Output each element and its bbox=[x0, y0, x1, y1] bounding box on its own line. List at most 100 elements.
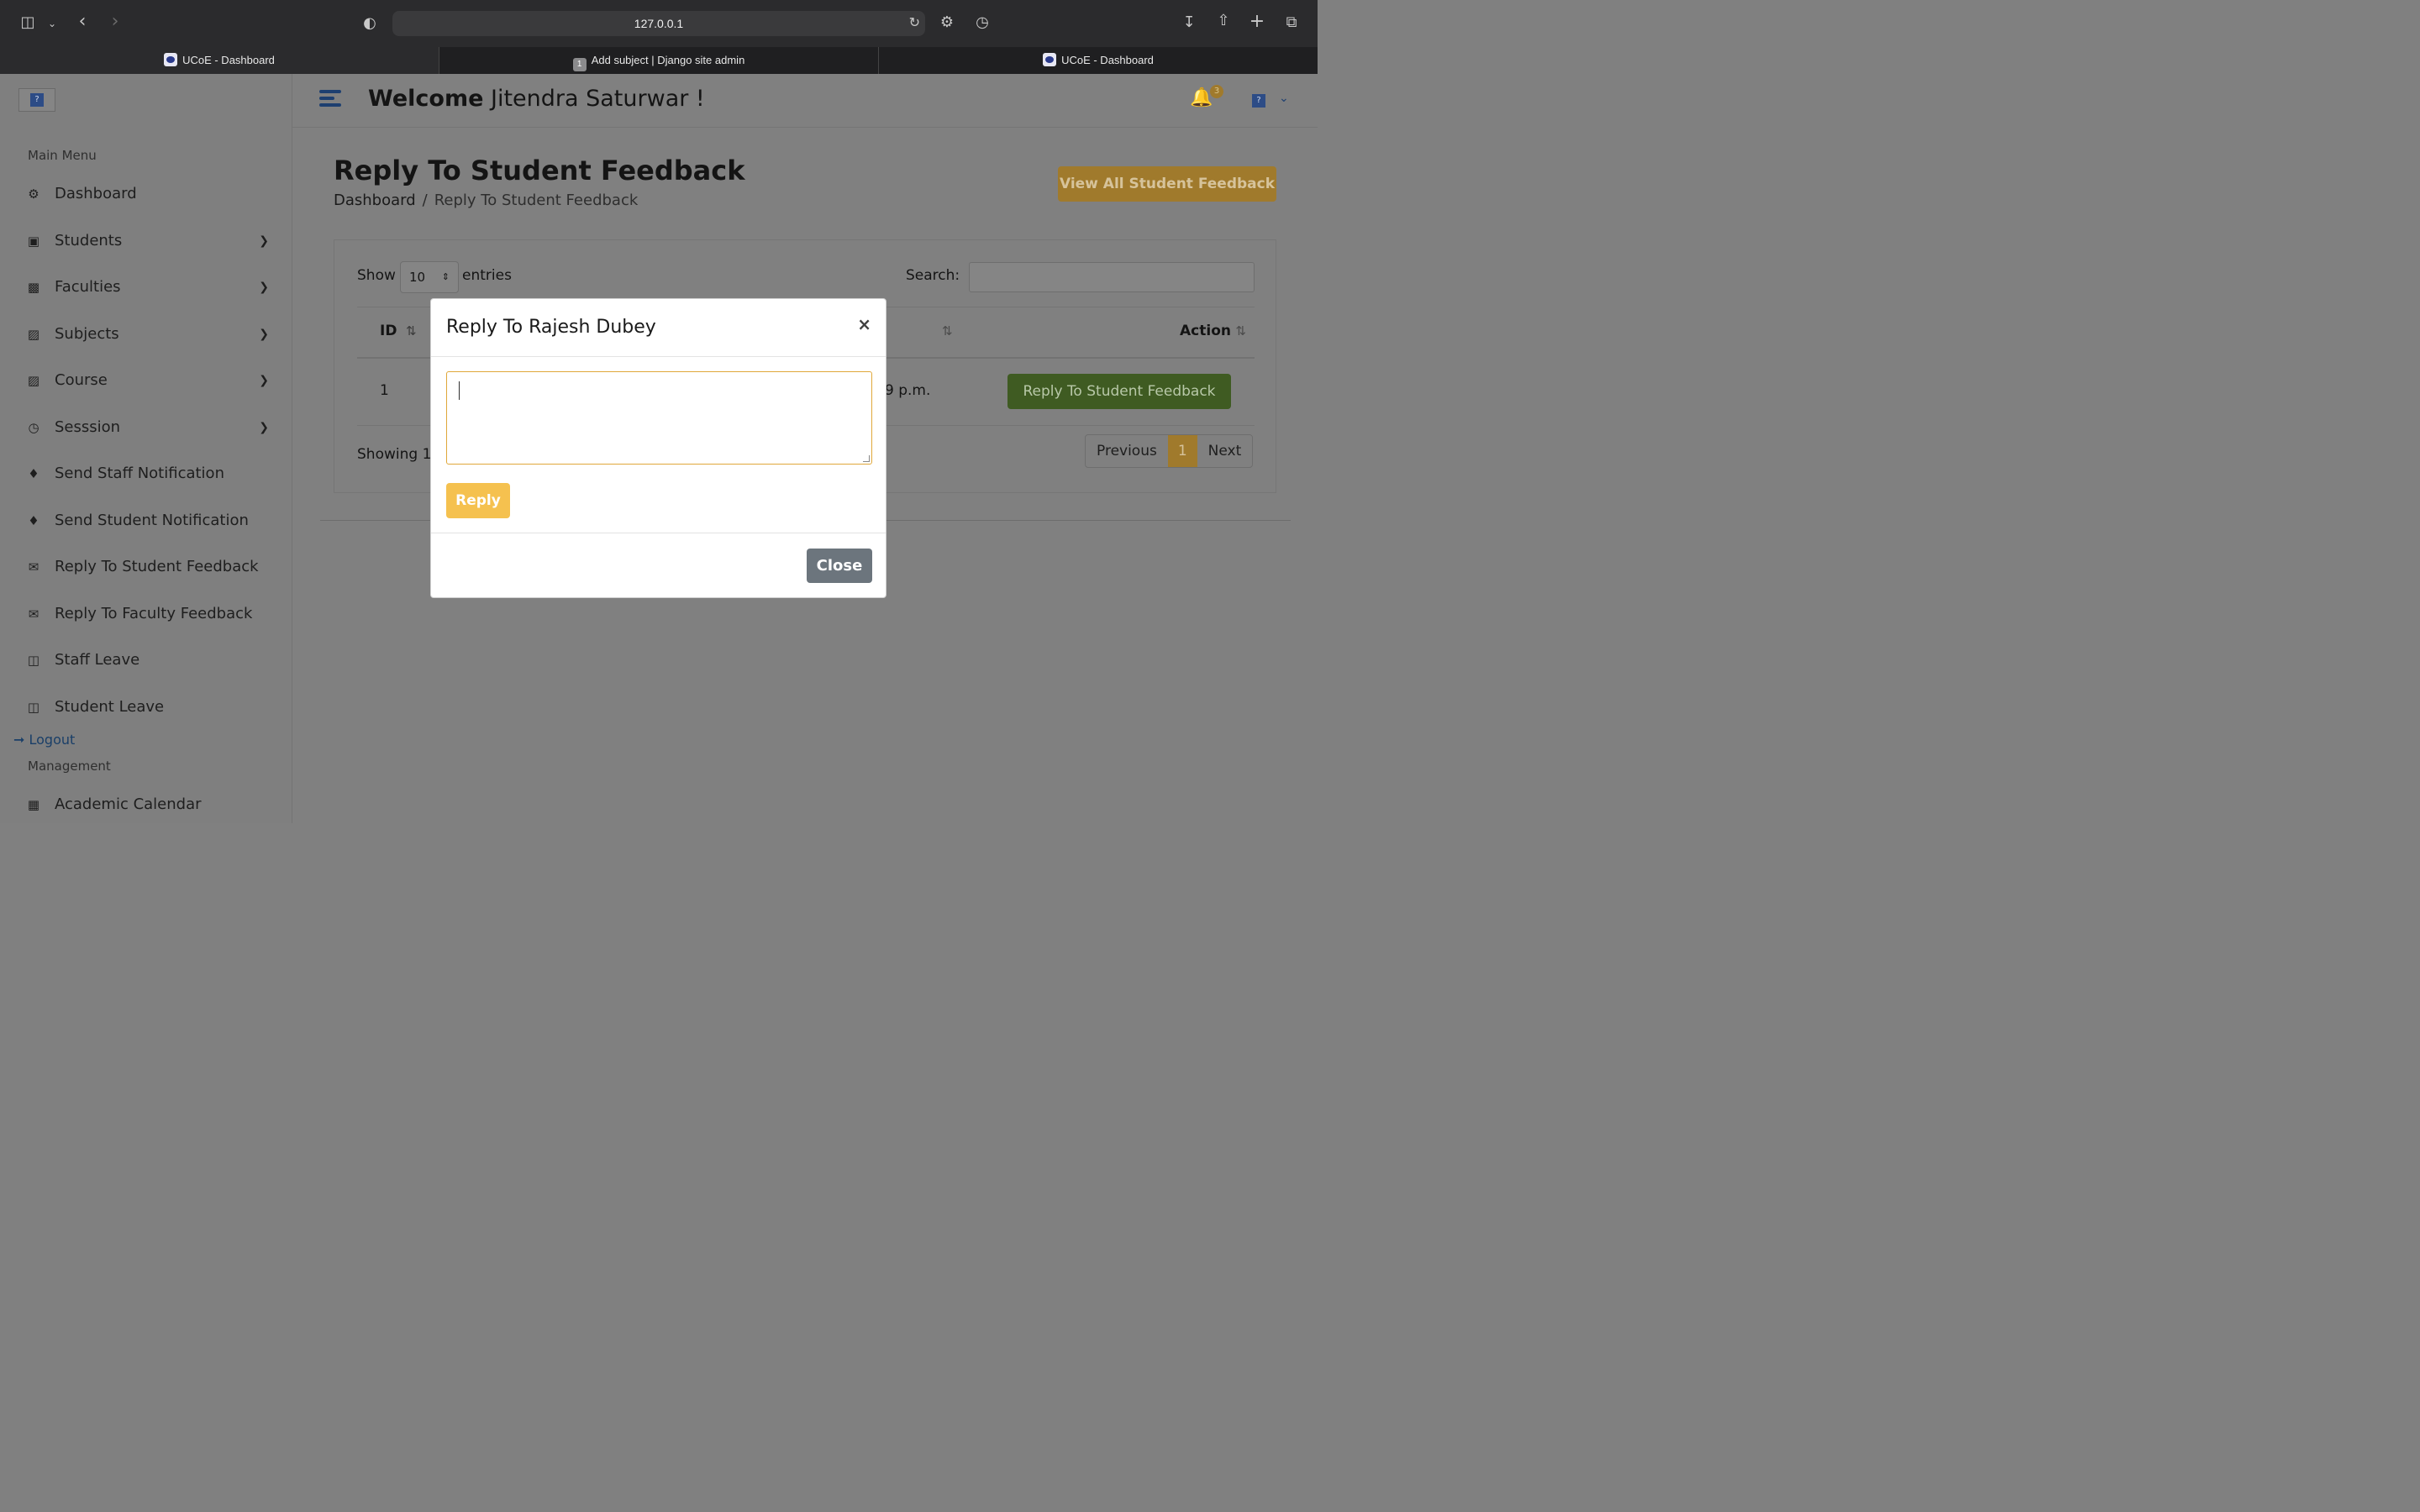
management-title: Management bbox=[28, 759, 111, 774]
clock-icon: ◷ bbox=[28, 420, 39, 435]
envelope-open-icon: ◫ bbox=[27, 700, 40, 715]
sidebar-item-course[interactable]: ▨ Course ❯ bbox=[25, 367, 269, 394]
comments-icon: ✉ bbox=[28, 606, 39, 622]
pagination-page[interactable]: 1 bbox=[1167, 435, 1197, 467]
column-header-action[interactable]: Action bbox=[1180, 323, 1231, 339]
dashboard-icon: ⚙ bbox=[28, 186, 39, 202]
view-all-feedback-button[interactable]: View All Student Feedback bbox=[1058, 166, 1276, 202]
browser-toolbar: ◫ ⌄ ‹ › ◐ 127.0.0.1 ↻ ⚙ ◷ ↧ ⇧ + ⧉ bbox=[0, 0, 1318, 47]
sidebar-item-label: Send Staff Notification bbox=[55, 465, 224, 482]
reload-icon[interactable]: ↻ bbox=[909, 11, 920, 36]
browser-chrome: ◫ ⌄ ‹ › ◐ 127.0.0.1 ↻ ⚙ ◷ ↧ ⇧ + ⧉ UCoE -… bbox=[0, 0, 1318, 74]
history-icon[interactable]: ◷ bbox=[973, 14, 992, 31]
chevron-right-icon: ❯ bbox=[259, 234, 269, 248]
sidebar-item-label: Academic Calendar bbox=[55, 795, 202, 813]
broken-image-icon: ? bbox=[30, 93, 44, 107]
shield-icon[interactable]: ◐ bbox=[361, 15, 378, 32]
entries-label: entries bbox=[462, 267, 512, 284]
menu-toggle-icon[interactable] bbox=[319, 90, 341, 112]
sidebar-item-label: Dashboard bbox=[55, 185, 137, 202]
browser-tab[interactable]: UCoE - Dashboard bbox=[878, 47, 1318, 74]
sidebar: ? Main Menu ⚙ Dashboard ▣ Students ❯ ▩ F… bbox=[0, 74, 292, 823]
logout-label: Logout bbox=[29, 732, 76, 748]
pagination-next[interactable]: Next bbox=[1197, 435, 1253, 467]
chevron-down-icon[interactable]: ⌄ bbox=[46, 15, 58, 32]
sort-icon[interactable]: ⇅ bbox=[406, 323, 417, 339]
reply-feedback-button[interactable]: Reply To Student Feedback bbox=[1007, 374, 1231, 409]
tab-title: UCoE - Dashboard bbox=[182, 54, 275, 66]
sidebar-item-dashboard[interactable]: ⚙ Dashboard bbox=[25, 181, 269, 207]
tab-title: UCoE - Dashboard bbox=[1061, 54, 1154, 66]
column-header-id[interactable]: ID bbox=[380, 323, 397, 339]
user-name: Jitendra Saturwar ! bbox=[490, 86, 705, 112]
search-label: Search: bbox=[906, 267, 960, 284]
chevron-down-icon[interactable]: ⌄ bbox=[1279, 92, 1289, 105]
resize-handle-icon[interactable] bbox=[863, 455, 870, 462]
sidebar-item-label: Subjects bbox=[55, 325, 119, 343]
close-button[interactable]: Close bbox=[807, 549, 872, 583]
reply-textarea[interactable] bbox=[446, 371, 872, 465]
gear-icon[interactable]: ⚙ bbox=[938, 14, 956, 31]
reply-modal: Reply To Rajesh Dubey × Reply Close bbox=[430, 298, 886, 598]
sidebar-item-label: Reply To Student Feedback bbox=[55, 558, 259, 575]
back-icon[interactable]: ‹ bbox=[74, 13, 91, 31]
sidebar-item-label: Reply To Faculty Feedback bbox=[55, 605, 253, 622]
browser-tab[interactable]: 1 Add subject | Django site admin bbox=[439, 47, 878, 74]
sidebar-item-subjects[interactable]: ▨ Subjects ❯ bbox=[25, 321, 269, 348]
sidebar-item-reply-student-feedback[interactable]: ✉ Reply To Student Feedback bbox=[25, 554, 269, 580]
main-menu-title: Main Menu bbox=[28, 148, 97, 163]
sort-icon[interactable]: ⇅ bbox=[942, 323, 953, 339]
search-input[interactable] bbox=[969, 262, 1255, 292]
sidebar-item-academic-calendar[interactable]: ▦ Academic Calendar bbox=[25, 791, 269, 818]
browser-tab[interactable]: UCoE - Dashboard bbox=[0, 47, 439, 74]
sidebar-item-label: Sesssion bbox=[55, 418, 121, 436]
calendar-icon: ▦ bbox=[27, 797, 40, 812]
share-icon[interactable]: ⇧ bbox=[1214, 13, 1233, 29]
course-icon: ▨ bbox=[27, 373, 40, 388]
sidebar-toggle-icon[interactable]: ◫ bbox=[18, 14, 37, 31]
welcome-label: Welcome bbox=[368, 86, 484, 112]
sort-icon[interactable]: ⇅ bbox=[1235, 323, 1246, 339]
cell-id: 1 bbox=[380, 382, 389, 399]
logout-link[interactable]: ➞ Logout bbox=[13, 732, 75, 748]
sidebar-item-label: Faculties bbox=[55, 278, 121, 296]
breadcrumb-current: Reply To Student Feedback bbox=[434, 192, 639, 209]
tab-bar: UCoE - Dashboard 1 Add subject | Django s… bbox=[0, 47, 1318, 74]
logo[interactable]: ? bbox=[18, 88, 55, 112]
breadcrumb-home-link[interactable]: Dashboard bbox=[334, 192, 416, 209]
pagination-previous[interactable]: Previous bbox=[1086, 435, 1168, 467]
download-icon[interactable]: ↧ bbox=[1180, 14, 1198, 31]
close-icon[interactable]: × bbox=[857, 314, 871, 334]
sidebar-item-send-student-notification[interactable]: ♦ Send Student Notification bbox=[25, 507, 269, 534]
avatar[interactable]: ? bbox=[1252, 94, 1265, 108]
sidebar-item-students[interactable]: ▣ Students ❯ bbox=[25, 228, 269, 255]
favicon-icon: 1 bbox=[572, 58, 587, 71]
notification-count-badge: 3 bbox=[1210, 85, 1223, 98]
welcome-text: Welcome Jitendra Saturwar ! bbox=[368, 86, 705, 112]
sidebar-item-staff-leave[interactable]: ◫ Staff Leave bbox=[25, 647, 269, 674]
tab-overview-icon[interactable]: ⧉ bbox=[1282, 14, 1301, 31]
sidebar-item-label: Course bbox=[55, 371, 108, 389]
modal-header: Reply To Rajesh Dubey × bbox=[431, 299, 886, 357]
sidebar-item-reply-faculty-feedback[interactable]: ✉ Reply To Faculty Feedback bbox=[25, 601, 269, 627]
chevron-right-icon: ❯ bbox=[259, 328, 269, 341]
sidebar-item-session[interactable]: ◷ Sesssion ❯ bbox=[25, 414, 269, 441]
sidebar-item-send-staff-notification[interactable]: ♦ Send Staff Notification bbox=[25, 460, 269, 487]
reply-button[interactable]: Reply bbox=[446, 483, 510, 518]
notification-bell-icon[interactable]: 🔔 bbox=[1190, 87, 1213, 113]
new-tab-icon[interactable]: + bbox=[1248, 13, 1266, 31]
text-caret bbox=[459, 381, 460, 400]
entries-value: 10 bbox=[409, 270, 426, 285]
showing-info: Showing 1 bbox=[357, 446, 432, 463]
url-bar[interactable]: 127.0.0.1 ↻ bbox=[392, 11, 925, 36]
chevron-right-icon: ❯ bbox=[259, 374, 269, 387]
forward-icon[interactable]: › bbox=[107, 13, 124, 31]
student-icon: ▣ bbox=[27, 234, 40, 249]
sidebar-item-faculties[interactable]: ▩ Faculties ❯ bbox=[25, 274, 269, 301]
sidebar-item-label: Student Leave bbox=[55, 698, 165, 716]
comments-icon: ✉ bbox=[28, 559, 39, 575]
sidebar-item-student-leave[interactable]: ◫ Student Leave bbox=[25, 694, 269, 721]
entries-select[interactable]: 10 ⇕ bbox=[400, 261, 459, 293]
pagination: Previous 1 Next bbox=[1085, 434, 1254, 468]
chevron-right-icon: ❯ bbox=[259, 421, 269, 434]
